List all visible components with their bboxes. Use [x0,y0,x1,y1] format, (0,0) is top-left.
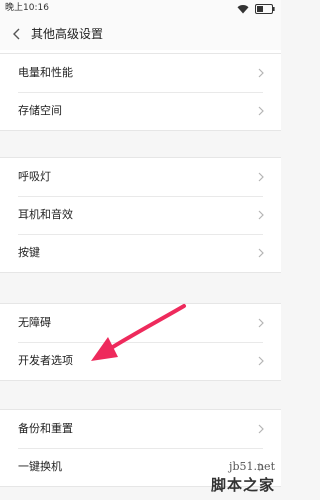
chevron-right-icon [258,248,264,258]
chevron-left-icon [13,28,20,40]
back-button[interactable] [9,25,25,43]
chevron-right-icon [258,356,264,366]
title-bar: 其他高级设置 [0,18,281,50]
watermark-site: 脚本之家 [210,476,275,494]
watermark-url: jb51.net [229,460,275,473]
watermark: jb51.net 脚本之家 [211,460,279,498]
row-label: 一键换机 [18,460,62,473]
row-label: 备份和重置 [18,422,73,435]
chevron-right-icon [258,106,264,116]
battery-icon [255,0,275,18]
row-storage[interactable]: 存储空间 [0,92,281,130]
row-label: 存储空间 [18,104,62,117]
wifi-icon [237,0,249,18]
chevron-right-icon [258,210,264,220]
row-breathing-light[interactable]: 呼吸灯 [0,158,281,196]
screen: 晚上10:16 其他高级设置 电量和性能 存储空间 呼吸灯 耳机和音效 按键 无… [0,0,281,500]
row-buttons[interactable]: 按键 [0,234,281,272]
row-label: 按键 [18,246,40,259]
row-label: 呼吸灯 [18,170,51,183]
row-accessibility[interactable]: 无障碍 [0,304,281,342]
chevron-right-icon [258,318,264,328]
settings-group-3: 无障碍 开发者选项 [0,303,281,381]
row-label: 开发者选项 [18,354,73,367]
row-developer-options[interactable]: 开发者选项 [0,342,281,380]
settings-group-1: 电量和性能 存储空间 [0,53,281,131]
chevron-right-icon [258,424,264,434]
settings-group-2: 呼吸灯 耳机和音效 按键 [0,157,281,273]
status-icons [237,3,275,14]
row-battery-performance[interactable]: 电量和性能 [0,54,281,92]
row-label: 无障碍 [18,316,51,329]
row-label: 电量和性能 [18,66,73,79]
status-bar: 晚上10:16 [0,0,281,18]
chevron-right-icon [258,172,264,182]
chevron-right-icon [258,68,264,78]
row-headphones-audio[interactable]: 耳机和音效 [0,196,281,234]
row-label: 耳机和音效 [18,208,73,221]
status-time: 晚上10:16 [5,3,49,13]
row-backup-reset[interactable]: 备份和重置 [0,410,281,448]
page-title: 其他高级设置 [31,27,104,41]
